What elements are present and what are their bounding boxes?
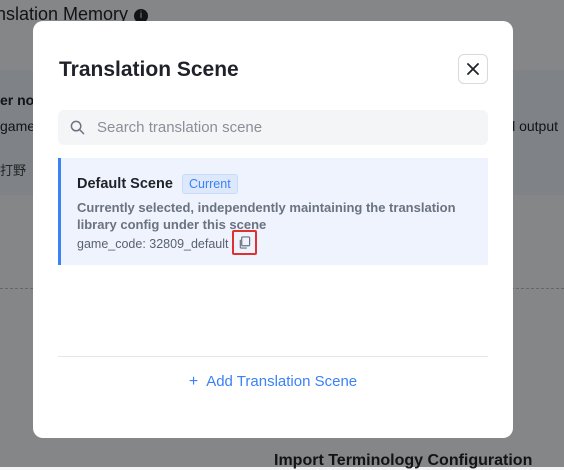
current-badge: Current: [182, 174, 238, 194]
search-input[interactable]: [95, 118, 488, 137]
copy-code-button[interactable]: [232, 230, 257, 255]
search-box[interactable]: [58, 110, 488, 145]
scene-item-default[interactable]: Default Scene Current Currently selected…: [58, 158, 488, 265]
close-icon: [467, 63, 479, 75]
scene-description: Currently selected, independently mainta…: [77, 200, 456, 232]
plus-icon: +: [188, 373, 199, 390]
dialog-title: Translation Scene: [59, 58, 239, 81]
search-icon: [70, 120, 85, 135]
copy-icon: [239, 236, 251, 249]
close-button[interactable]: [458, 54, 488, 84]
add-button-label: Add Translation Scene: [206, 373, 358, 390]
scene-name: Default Scene: [77, 176, 173, 192]
scene-game-code: game_code: 32809_default: [77, 237, 229, 251]
add-translation-scene-button[interactable]: + Add Translation Scene: [33, 373, 513, 391]
translation-scene-dialog: Translation Scene Default Scene Current …: [33, 21, 513, 438]
dialog-divider: [58, 356, 488, 357]
